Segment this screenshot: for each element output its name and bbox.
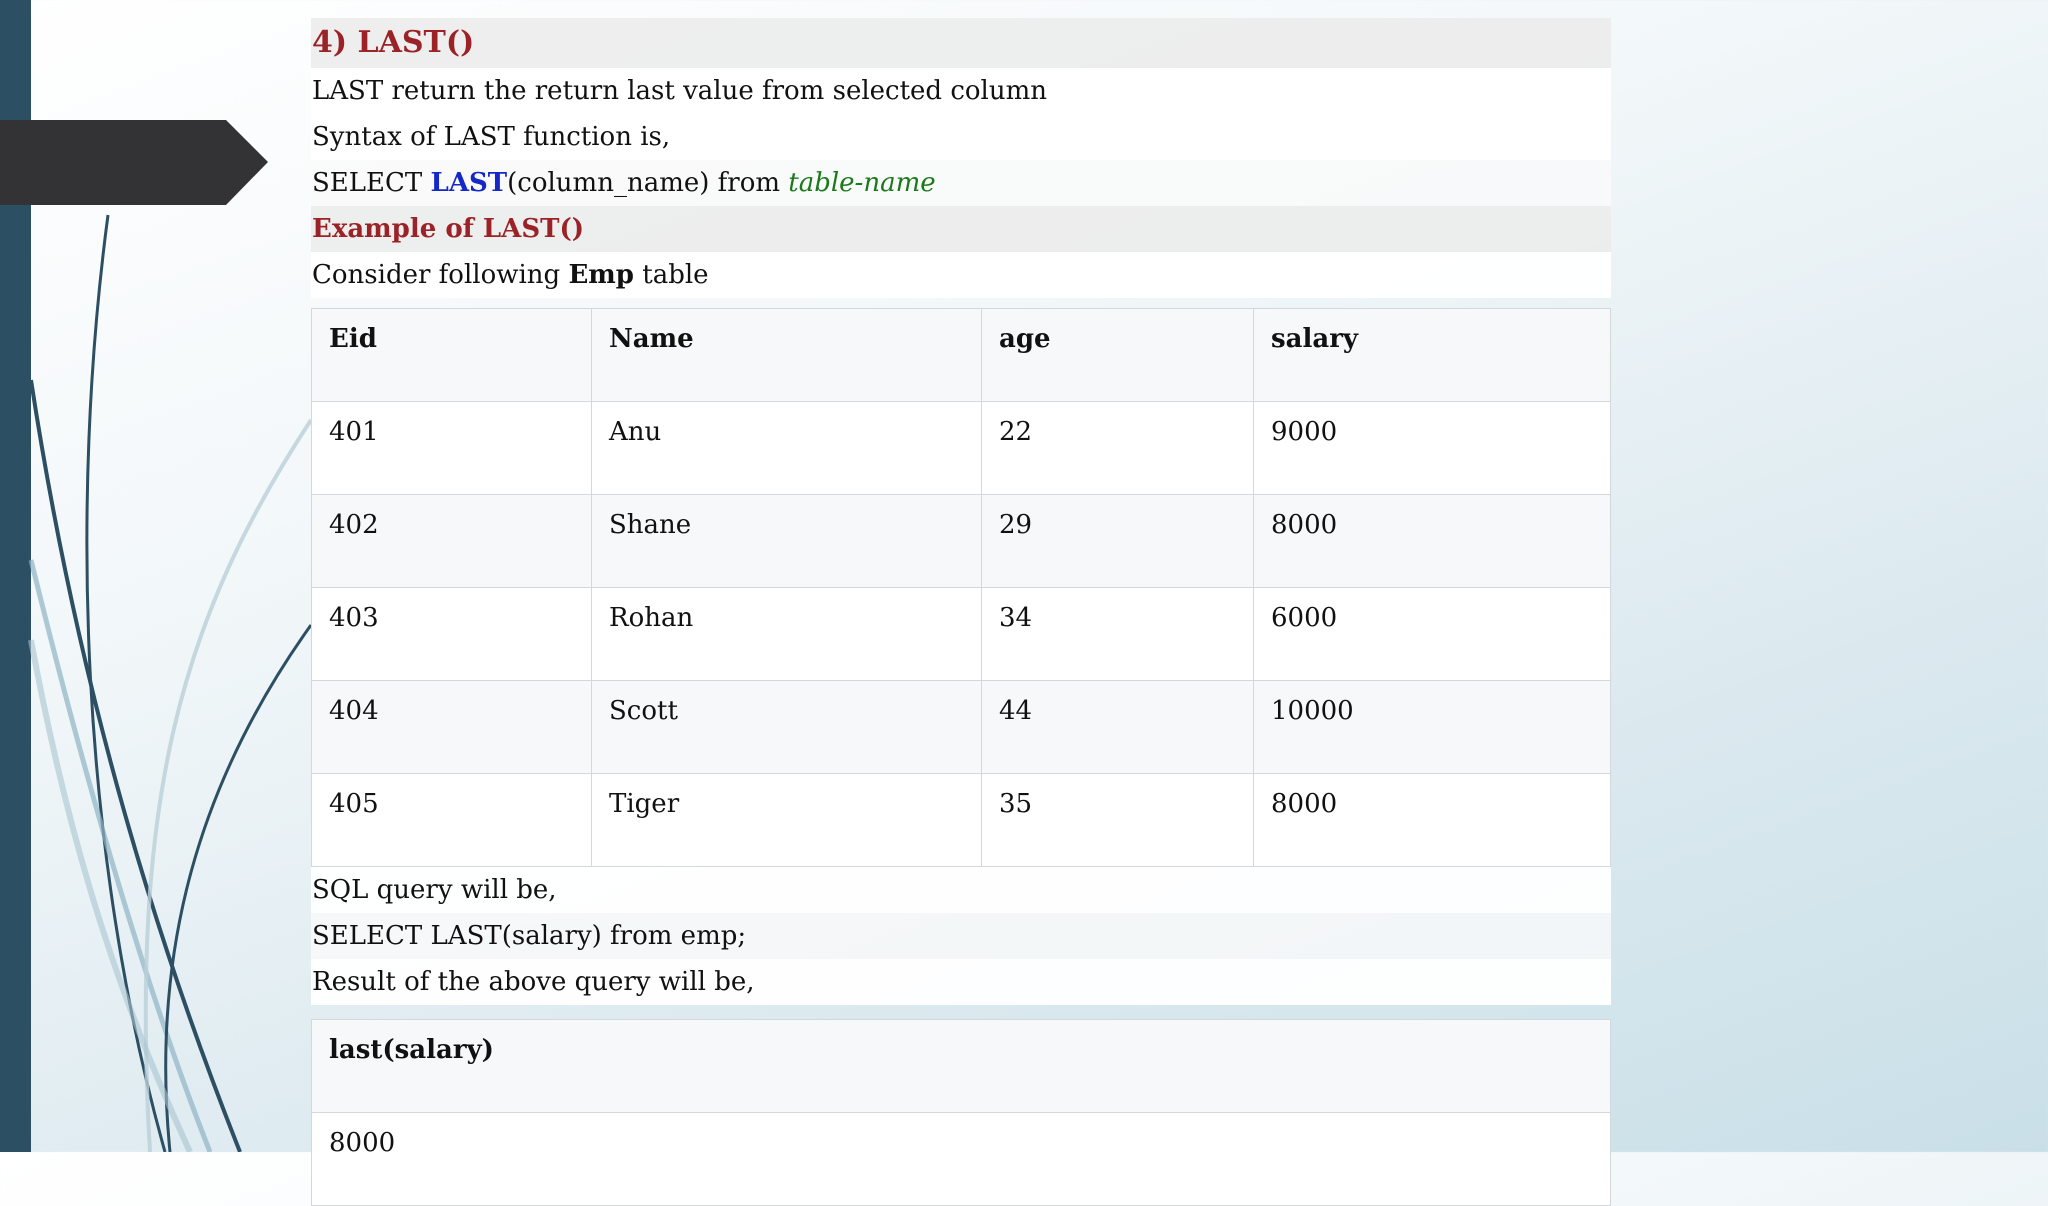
consider-prefix: Consider following xyxy=(312,260,569,290)
table-row: 401 Anu 22 9000 xyxy=(311,401,1611,495)
table-row: 403 Rohan 34 6000 xyxy=(311,587,1611,681)
emp-cell: Anu xyxy=(591,401,982,495)
emp-cell: 401 xyxy=(311,401,592,495)
emp-cell: 404 xyxy=(311,680,592,774)
syntax-intro: Syntax of LAST function is, xyxy=(311,114,1611,160)
arrow-tab xyxy=(0,120,268,205)
emp-cell: 35 xyxy=(981,773,1254,867)
emp-header-age: age xyxy=(981,308,1254,402)
emp-cell: 8000 xyxy=(1253,773,1611,867)
description: LAST return the return last value from s… xyxy=(311,68,1611,114)
emp-cell: 402 xyxy=(311,494,592,588)
emp-table-header-row: Eid Name age salary xyxy=(311,308,1611,402)
example-heading: Example of LAST() xyxy=(311,206,1611,252)
result-intro: Result of the above query will be, xyxy=(311,959,1611,1005)
table-row: 405 Tiger 35 8000 xyxy=(311,773,1611,867)
emp-cell: 8000 xyxy=(1253,494,1611,588)
syntax-middle: (column_name) from xyxy=(507,168,789,198)
emp-cell: Rohan xyxy=(591,587,982,681)
emp-header-name: Name xyxy=(591,308,982,402)
emp-cell: 403 xyxy=(311,587,592,681)
table-row: 404 Scott 44 10000 xyxy=(311,680,1611,774)
syntax-select: SELECT xyxy=(312,168,431,198)
syntax-line: SELECT LAST(column_name) from table-name xyxy=(311,160,1611,206)
emp-cell: 9000 xyxy=(1253,401,1611,495)
query-line: SELECT LAST(salary) from emp; xyxy=(311,913,1611,959)
emp-cell: 29 xyxy=(981,494,1254,588)
result-value: 8000 xyxy=(311,1112,1611,1206)
consider-suffix: table xyxy=(633,260,709,290)
consider-line: Consider following Emp table xyxy=(311,252,1611,298)
emp-header-salary: salary xyxy=(1253,308,1611,402)
emp-cell: 10000 xyxy=(1253,680,1611,774)
result-header: last(salary) xyxy=(311,1019,1611,1113)
result-table: last(salary) 8000 xyxy=(311,1019,1611,1206)
slide-content: 4) LAST() LAST return the return last va… xyxy=(311,18,1611,1206)
consider-table-name: Emp xyxy=(568,260,634,290)
emp-cell: 405 xyxy=(311,773,592,867)
emp-header-eid: Eid xyxy=(311,308,592,402)
emp-cell: Tiger xyxy=(591,773,982,867)
emp-cell: 6000 xyxy=(1253,587,1611,681)
syntax-function: LAST xyxy=(430,168,508,198)
table-row: 402 Shane 29 8000 xyxy=(311,494,1611,588)
query-intro: SQL query will be, xyxy=(311,867,1611,913)
emp-cell: 22 xyxy=(981,401,1254,495)
table-row: 8000 xyxy=(311,1112,1611,1206)
emp-cell: Scott xyxy=(591,680,982,774)
emp-cell: 34 xyxy=(981,587,1254,681)
section-heading: 4) LAST() xyxy=(311,18,1611,68)
syntax-table-name: table-name xyxy=(788,168,936,198)
emp-table: Eid Name age salary 401 Anu 22 9000 402 … xyxy=(311,308,1611,867)
emp-cell: 44 xyxy=(981,680,1254,774)
result-header-row: last(salary) xyxy=(311,1019,1611,1113)
emp-cell: Shane xyxy=(591,494,982,588)
